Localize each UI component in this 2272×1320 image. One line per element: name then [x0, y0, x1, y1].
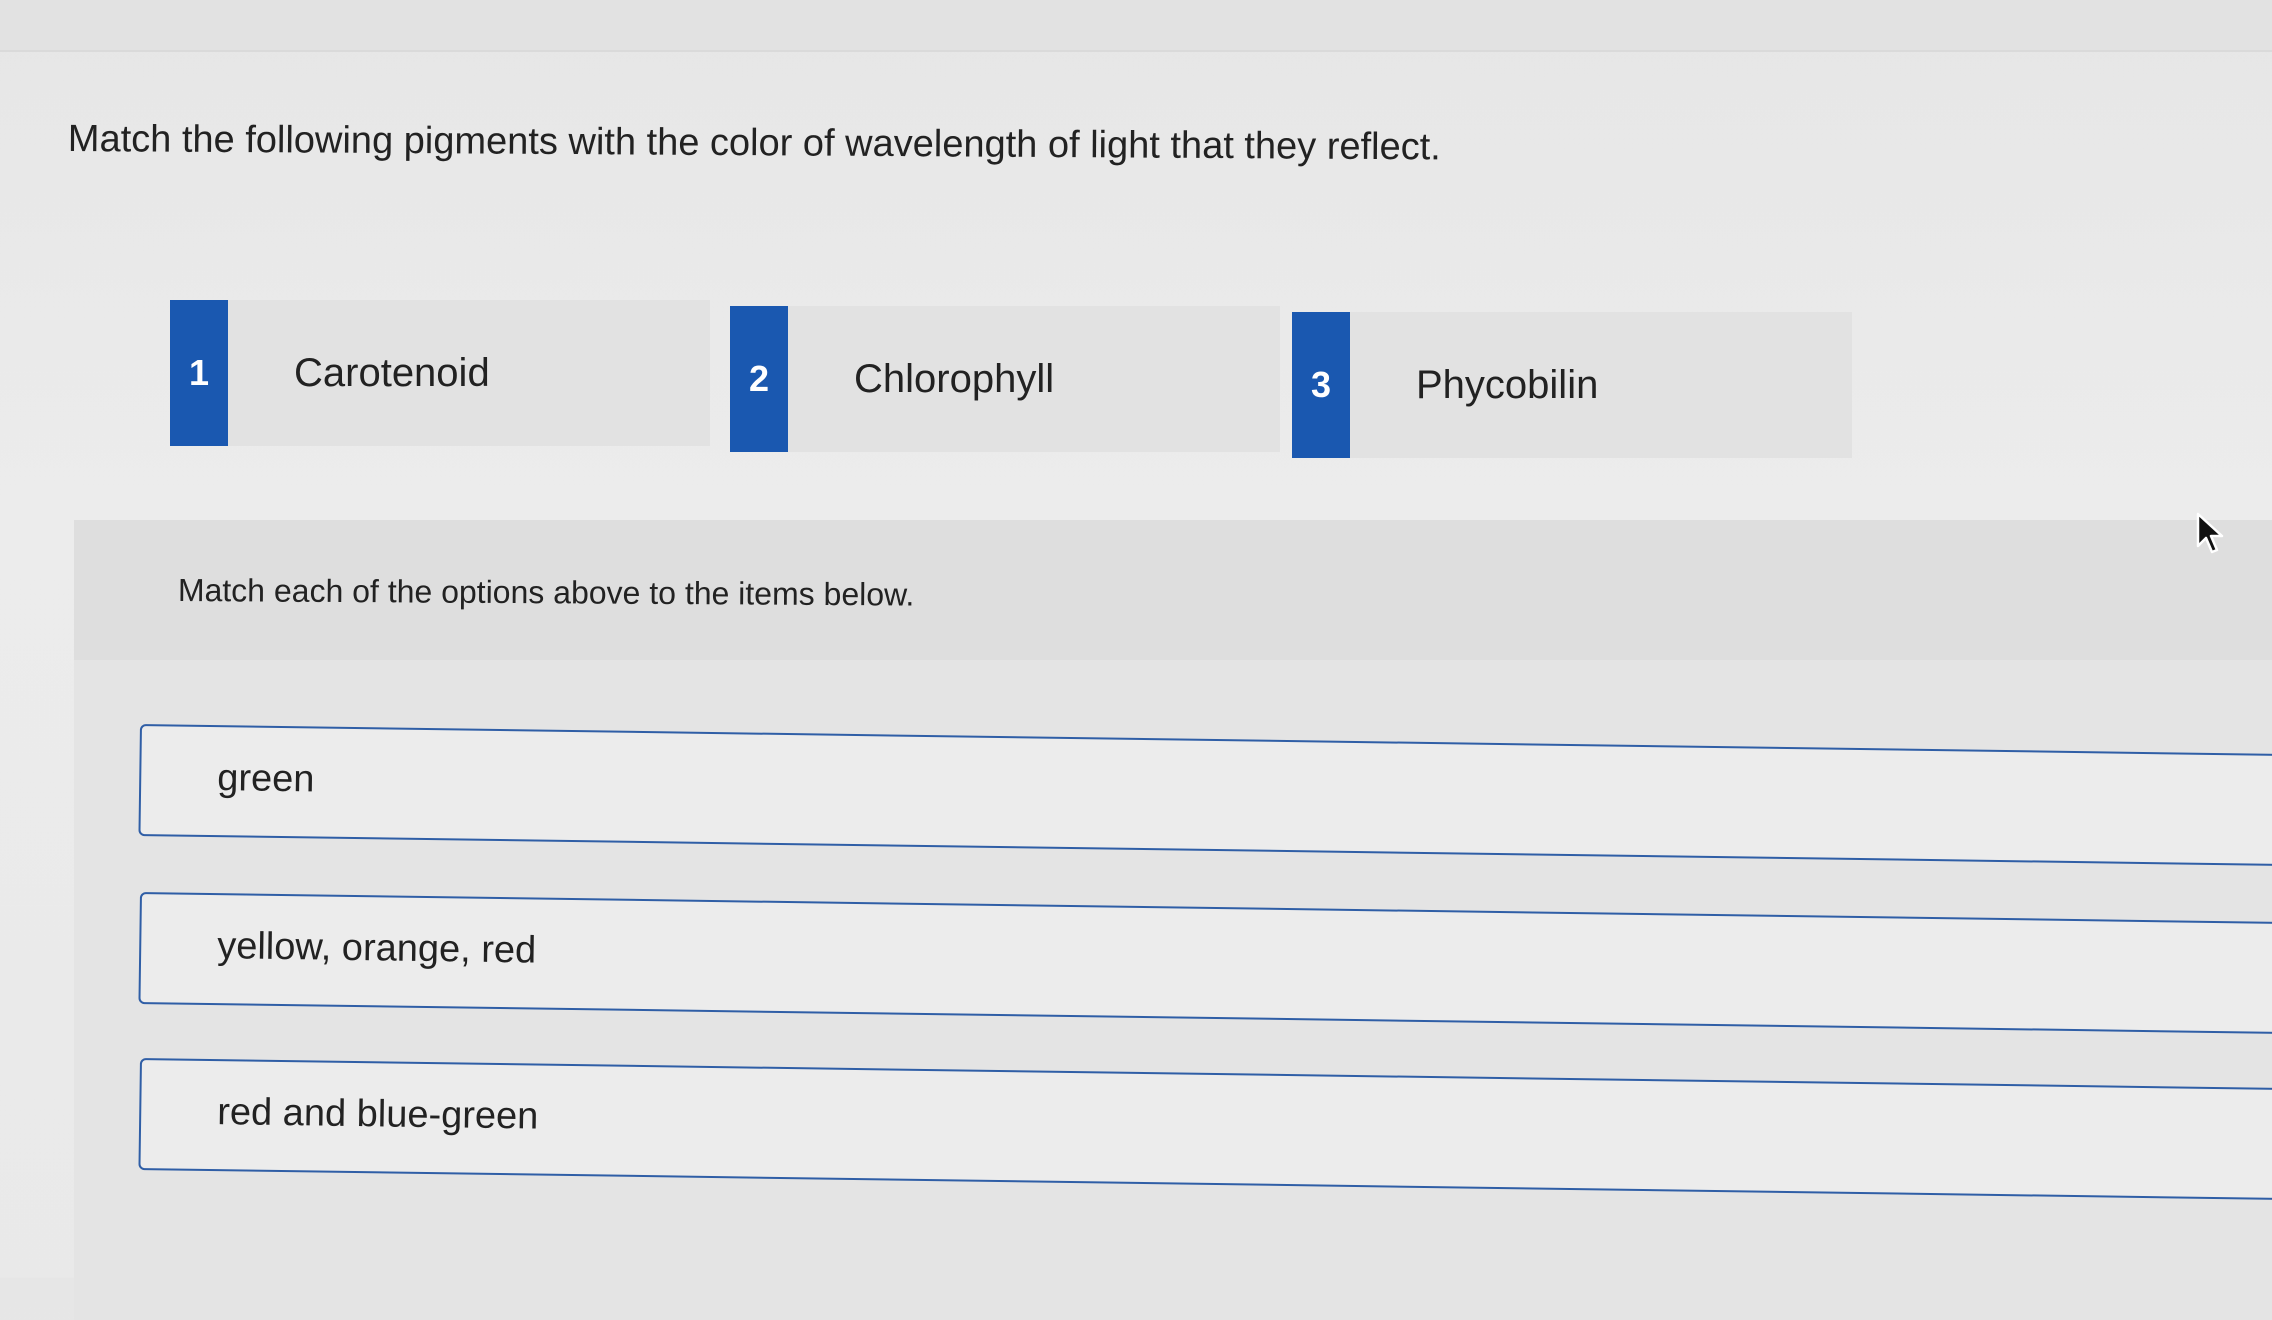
target-label: yellow, orange, red: [216, 925, 537, 972]
option-label: Carotenoid: [294, 350, 490, 395]
target-label: red and blue-green: [216, 1091, 539, 1138]
option-chlorophyll[interactable]: 2 Chlorophyll: [730, 306, 1280, 452]
instruction-text: Match each of the options above to the i…: [177, 572, 915, 613]
option-label: Chlorophyll: [854, 356, 1055, 401]
mouse-pointer-icon: [2196, 512, 2224, 554]
option-number-badge: 2: [730, 306, 788, 452]
option-phycobilin[interactable]: 3 Phycobilin: [1292, 312, 1852, 458]
top-bar: [0, 0, 2272, 52]
target-label: green: [216, 757, 315, 801]
option-number-badge: 3: [1292, 312, 1350, 458]
option-carotenoid[interactable]: 1 Carotenoid: [170, 300, 710, 446]
option-number-badge: 1: [170, 300, 228, 446]
option-label: Phycobilin: [1416, 362, 1599, 407]
question-text: Match the following pigments with the co…: [67, 118, 1441, 169]
options-list: 1 Carotenoid 2 Chlorophyll 3 Phycobilin: [170, 300, 1852, 458]
match-header: Match each of the options above to the i…: [74, 520, 2272, 660]
